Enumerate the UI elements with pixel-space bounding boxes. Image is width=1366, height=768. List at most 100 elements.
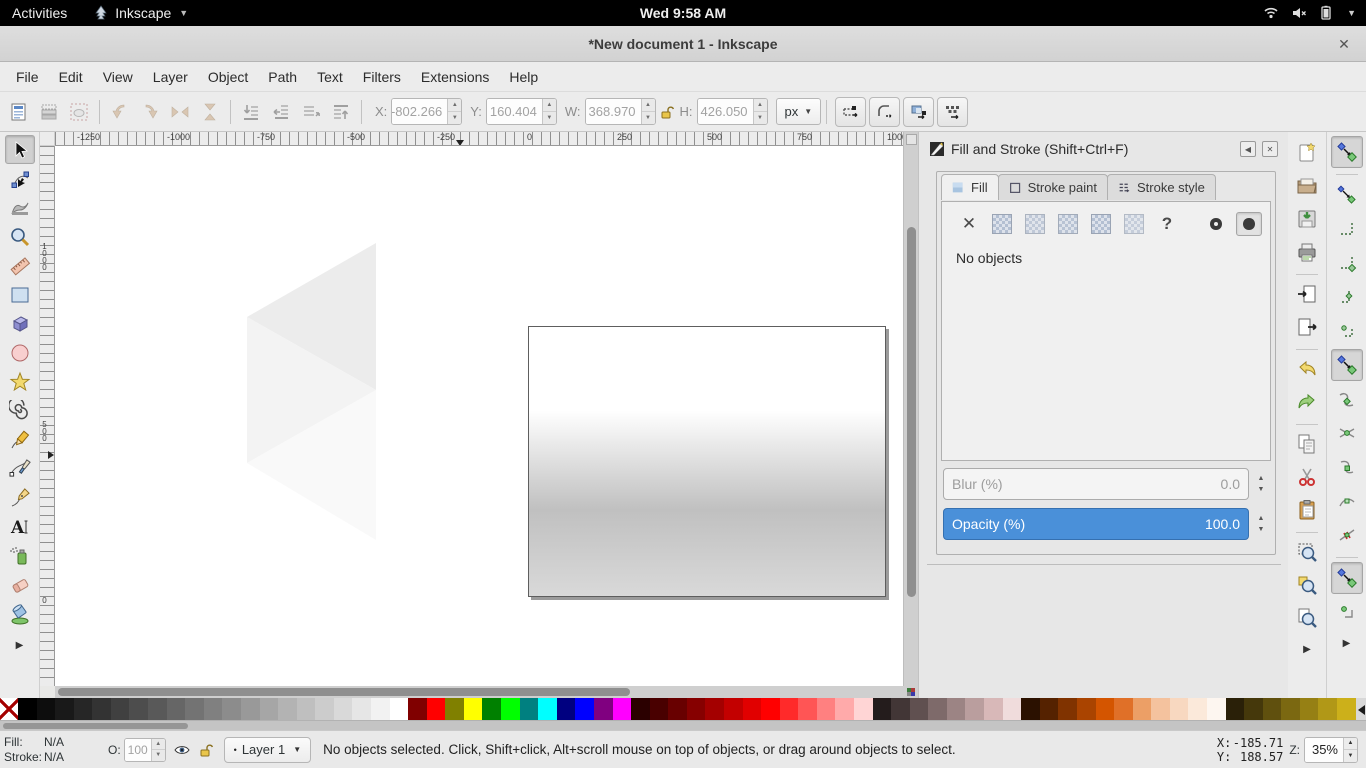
opacity-spin-up[interactable]: ▲ <box>152 739 165 751</box>
snap-bar-expander[interactable]: ▶ <box>1343 638 1351 649</box>
horizontal-ruler[interactable]: -1250 -1000 -750 -500 -250 0 250 500 750… <box>55 132 903 146</box>
snap-nodes-toggle[interactable] <box>1331 349 1363 381</box>
h-spin-down[interactable]: ▼ <box>754 112 767 124</box>
blur-spinslider[interactable]: Blur (%) 0.0 ▲▼ <box>943 468 1269 500</box>
palette-swatch[interactable] <box>835 698 854 720</box>
rotate-ccw-button[interactable] <box>105 97 135 127</box>
h-field[interactable]: 426.050 ▲▼ <box>697 98 768 125</box>
select-all-layers-button[interactable] <box>34 97 64 127</box>
horizontal-scrollbar[interactable] <box>55 686 903 698</box>
palette-swatch[interactable] <box>891 698 910 720</box>
palette-swatch[interactable] <box>873 698 892 720</box>
scale-stroke-width-toggle[interactable] <box>835 97 866 127</box>
palette-swatch[interactable] <box>111 698 130 720</box>
fill-rule-nonzero-button[interactable] <box>1236 212 1262 236</box>
palette-swatch[interactable] <box>408 698 427 720</box>
menu-object[interactable]: Object <box>198 64 258 90</box>
palette-swatch[interactable] <box>650 698 669 720</box>
menu-layer[interactable]: Layer <box>143 64 198 90</box>
opacity-spinslider[interactable]: Opacity (%) 100.0 ▲▼ <box>943 508 1269 540</box>
scrollbar-corner-button[interactable] <box>906 134 917 145</box>
palette-swatch[interactable] <box>1244 698 1263 720</box>
menu-help[interactable]: Help <box>499 64 548 90</box>
redo-button[interactable] <box>1292 387 1322 417</box>
snap-others-toggle[interactable] <box>1331 562 1363 594</box>
palette-swatch[interactable] <box>817 698 836 720</box>
palette-scrollbar-thumb[interactable] <box>3 723 188 729</box>
tab-stroke-style[interactable]: Stroke style <box>1107 174 1216 200</box>
toolbox-expander[interactable]: ▶ <box>16 640 24 651</box>
menu-edit[interactable]: Edit <box>49 64 93 90</box>
tool-bezier-pen[interactable] <box>5 454 35 483</box>
palette-swatch[interactable] <box>798 698 817 720</box>
palette-swatch[interactable] <box>984 698 1003 720</box>
snap-to-paths-button[interactable] <box>1331 383 1363 415</box>
layer-visibility-toggle[interactable] <box>174 742 190 758</box>
palette-swatch[interactable] <box>74 698 93 720</box>
fill-stroke-indicator[interactable]: Fill: N/A Stroke: N/A <box>0 735 94 764</box>
select-all-button[interactable] <box>4 97 34 127</box>
palette-swatch[interactable] <box>464 698 483 720</box>
save-document-button[interactable] <box>1292 204 1322 234</box>
palette-swatch-none[interactable] <box>0 698 18 720</box>
cut-button[interactable] <box>1292 462 1322 492</box>
palette-swatch[interactable] <box>1021 698 1040 720</box>
snap-bbox-centers-button[interactable] <box>1331 315 1363 347</box>
raise-to-top-button[interactable] <box>326 97 356 127</box>
palette-swatch[interactable] <box>687 698 706 720</box>
lower-to-bottom-button[interactable] <box>236 97 266 127</box>
palette-swatch[interactable] <box>1077 698 1096 720</box>
palette-swatch[interactable] <box>185 698 204 720</box>
unit-selector[interactable]: px ▼ <box>776 98 822 125</box>
zoom-to-page-button[interactable] <box>1292 603 1322 633</box>
paste-button[interactable] <box>1292 495 1322 525</box>
menu-path[interactable]: Path <box>258 64 307 90</box>
scale-rounded-corners-toggle[interactable] <box>869 97 900 127</box>
tool-node-editor[interactable] <box>5 164 35 193</box>
palette-swatch[interactable] <box>761 698 780 720</box>
palette-swatch[interactable] <box>241 698 260 720</box>
palette-scroll-arrow-icon[interactable] <box>1358 705 1365 715</box>
palette-swatch[interactable] <box>334 698 353 720</box>
rotate-cw-button[interactable] <box>135 97 165 127</box>
deselect-button[interactable] <box>64 97 94 127</box>
opacity-spin-down[interactable]: ▼ <box>152 750 165 761</box>
palette-swatch[interactable] <box>1170 698 1189 720</box>
copy-button[interactable] <box>1292 429 1322 459</box>
palette-swatch[interactable] <box>538 698 557 720</box>
lock-ratio-button[interactable] <box>656 97 678 127</box>
blur-spin-up[interactable]: ▲ <box>1258 476 1265 481</box>
undo-button[interactable] <box>1292 354 1322 384</box>
pattern-button[interactable] <box>1088 212 1114 236</box>
palette-swatch[interactable] <box>1003 698 1022 720</box>
palette-swatch[interactable] <box>631 698 650 720</box>
dialog-close-button[interactable]: ✕ <box>1262 141 1278 157</box>
w-field[interactable]: 368.970 ▲▼ <box>585 98 656 125</box>
flat-color-button[interactable] <box>989 212 1015 236</box>
menu-filters[interactable]: Filters <box>353 64 411 90</box>
palette-swatch[interactable] <box>129 698 148 720</box>
palette-swatch[interactable] <box>204 698 223 720</box>
palette-swatch[interactable] <box>352 698 371 720</box>
blur-spin-down[interactable]: ▼ <box>1258 487 1265 492</box>
palette-swatch[interactable] <box>1226 698 1245 720</box>
palette-swatch[interactable] <box>482 698 501 720</box>
tool-star[interactable] <box>5 367 35 396</box>
y-spin-up[interactable]: ▲ <box>543 99 556 112</box>
palette-swatch[interactable] <box>668 698 687 720</box>
fill-rule-evenodd-button[interactable] <box>1203 212 1229 236</box>
palette-swatch[interactable] <box>1318 698 1337 720</box>
menu-extensions[interactable]: Extensions <box>411 64 499 90</box>
tab-fill[interactable]: Fill <box>941 174 999 200</box>
palette-swatch[interactable] <box>947 698 966 720</box>
zoom-to-selection-button[interactable] <box>1292 537 1322 567</box>
palette-swatch[interactable] <box>705 698 724 720</box>
h-spin-up[interactable]: ▲ <box>754 99 767 112</box>
snap-midpoints-button[interactable] <box>1331 519 1363 551</box>
palette-swatch[interactable] <box>297 698 316 720</box>
palette-swatch[interactable] <box>55 698 74 720</box>
snap-bbox-edges-button[interactable] <box>1331 213 1363 245</box>
snap-smooth-nodes-button[interactable] <box>1331 485 1363 517</box>
zoom-to-drawing-button[interactable] <box>1292 570 1322 600</box>
export-button[interactable] <box>1292 312 1322 342</box>
